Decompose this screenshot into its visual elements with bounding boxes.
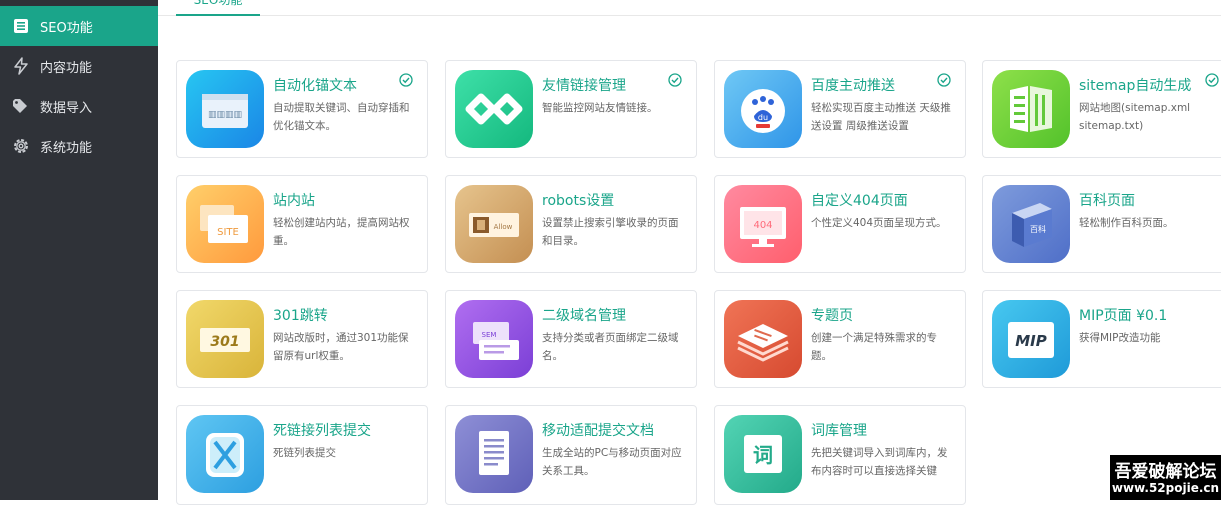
card-desc: 获得MIP改造功能 — [1079, 332, 1161, 344]
svg-text:du: du — [758, 113, 768, 122]
plugin-card-site-in-site[interactable]: SITE 站内站 轻松创建站内站，提高网站权重。 — [176, 175, 428, 273]
robots-icon: Allow — [455, 185, 533, 263]
sidebar-item-label: 内容功能 — [40, 60, 93, 76]
plugin-card-subdomain[interactable]: SEM 二级域名管理 支持分类或者页面绑定二级域名。 — [445, 290, 697, 388]
card-desc: 网站地图(sitemap.xml sitemap.txt) — [1079, 102, 1191, 132]
site-icon: SITE — [186, 185, 264, 263]
sidebar-item-label: 系统功能 — [40, 140, 93, 156]
plugin-card-dead-link[interactable]: 死链接列表提交 死链列表提交 — [176, 405, 428, 505]
svg-text:词: 词 — [753, 443, 773, 467]
card-desc: 轻松实现百度主动推送 天级推送设置 周级推送设置 — [811, 102, 951, 132]
card-desc: 生成全站的PC与移动页面对应关系工具。 — [542, 447, 682, 477]
card-desc: 死链列表提交 — [273, 447, 336, 459]
friend-link-icon — [455, 70, 533, 148]
check-circle-icon — [937, 73, 951, 87]
card-title: 专题页 — [811, 308, 853, 324]
svg-text:Allow: Allow — [494, 223, 513, 231]
tab-bar: SEO功能 — [158, 0, 1221, 16]
mobile-adapt-icon — [455, 415, 533, 493]
plugin-card-anchor-text[interactable]: ▥▥▥▥ 自动化锚文本 自动提取关键词、自动穿插和优化锚文本。 — [176, 60, 428, 158]
card-title: 站内站 — [273, 193, 315, 209]
card-desc: 支持分类或者页面绑定二级域名。 — [542, 332, 679, 362]
gear-icon — [12, 137, 30, 155]
card-desc: 创建一个满足特殊需求的专题。 — [811, 332, 937, 362]
card-title: robots设置 — [542, 193, 615, 209]
mip-icon: MIP — [992, 300, 1070, 378]
forum-watermark: 吾爱破解论坛 www.52pojie.cn — [1110, 455, 1221, 500]
sitemap-icon — [992, 70, 1070, 148]
list-icon — [12, 17, 30, 35]
card-desc: 个性定义404页面呈现方式。 — [811, 217, 947, 229]
check-circle-icon — [399, 73, 413, 87]
plugin-card-topic[interactable]: 专题页 创建一个满足特殊需求的专题。 — [714, 290, 966, 388]
card-title: 词库管理 — [811, 423, 867, 439]
card-title: 移动适配提交文档 — [542, 423, 654, 439]
card-title: 二级域名管理 — [542, 308, 626, 324]
sidebar-item-seo[interactable]: SEO功能 — [0, 6, 158, 46]
plugin-card-mip[interactable]: MIP MIP页面 ¥0.1 获得MIP改造功能 — [982, 290, 1221, 388]
watermark-title: 吾爱破解论坛 — [1114, 462, 1217, 482]
dead-link-icon — [186, 415, 264, 493]
card-desc: 轻松创建站内站，提高网站权重。 — [273, 217, 410, 247]
card-desc: 网站改版时，通过301功能保留原有url权重。 — [273, 332, 409, 362]
main-content: SEO功能 ▥▥▥▥ 自动化锚文本 自动提取关键词、自动穿插和优化锚文本。 友情… — [158, 0, 1221, 505]
topic-page-icon — [724, 300, 802, 378]
sidebar-item-system[interactable]: 系统功能 — [0, 126, 158, 166]
card-title: 自动化锚文本 — [273, 78, 357, 94]
plugin-card-wiki[interactable]: 百科 百科页面 轻松制作百科页面。 — [982, 175, 1221, 273]
wiki-book-icon: 百科 — [992, 185, 1070, 263]
plugin-card-word-library[interactable]: 词 词库管理 先把关键词导入到词库内，发布内容时可以直接选择关键 — [714, 405, 966, 505]
sidebar: SEO功能 内容功能 数据导入 系统功能 — [0, 0, 158, 500]
subdomain-icon: SEM — [455, 300, 533, 378]
svg-text:百科: 百科 — [1030, 224, 1046, 234]
sidebar-item-content[interactable]: 内容功能 — [0, 46, 158, 86]
card-desc: 轻松制作百科页面。 — [1079, 217, 1174, 229]
plugin-card-sitemap[interactable]: sitemap自动生成 网站地图(sitemap.xml sitemap.txt… — [982, 60, 1221, 158]
tab-seo[interactable]: SEO功能 — [176, 0, 260, 16]
svg-text:404: 404 — [753, 220, 772, 231]
plugin-card-mobile-adapt[interactable]: 移动适配提交文档 生成全站的PC与移动页面对应关系工具。 — [445, 405, 697, 505]
card-title: 死链接列表提交 — [273, 423, 371, 439]
card-desc: 智能监控网站友情链接。 — [542, 102, 658, 114]
card-desc: 设置禁止搜索引擎收录的页面和目录。 — [542, 217, 679, 247]
svg-text:SEM: SEM — [482, 331, 497, 339]
svg-text:301: 301 — [210, 334, 239, 350]
card-title: 自定义404页面 — [811, 193, 908, 209]
redirect-301-icon: 301 — [186, 300, 264, 378]
plugin-card-baidu-push[interactable]: du 百度主动推送 轻松实现百度主动推送 天级推送设置 周级推送设置 — [714, 60, 966, 158]
tag-icon — [12, 97, 30, 115]
sidebar-item-label: 数据导入 — [40, 100, 93, 116]
svg-text:SITE: SITE — [217, 227, 239, 238]
sidebar-item-import[interactable]: 数据导入 — [0, 86, 158, 126]
card-desc: 先把关键词导入到词库内，发布内容时可以直接选择关键 — [811, 447, 948, 477]
card-title: 百科页面 — [1079, 193, 1135, 209]
card-title: 友情链接管理 — [542, 78, 626, 94]
sidebar-item-label: SEO功能 — [40, 20, 93, 36]
plugin-card-friend-link[interactable]: 友情链接管理 智能监控网站友情链接。 — [445, 60, 697, 158]
bolt-icon — [12, 57, 30, 75]
svg-text:▥▥▥▥: ▥▥▥▥ — [208, 110, 242, 120]
svg-text:MIP: MIP — [1015, 332, 1047, 350]
card-title: MIP页面 ¥0.1 — [1079, 308, 1168, 324]
page-404-icon: 404 — [724, 185, 802, 263]
watermark-url: www.52pojie.cn — [1111, 481, 1220, 495]
check-circle-icon — [668, 73, 682, 87]
baidu-icon: du — [724, 70, 802, 148]
card-title: 301跳转 — [273, 308, 328, 324]
card-desc: 自动提取关键词、自动穿插和优化锚文本。 — [273, 102, 410, 132]
anchor-text-icon: ▥▥▥▥ — [186, 70, 264, 148]
card-title: sitemap自动生成 — [1079, 78, 1192, 94]
card-title: 百度主动推送 — [811, 78, 895, 94]
word-library-icon: 词 — [724, 415, 802, 493]
plugin-card-301[interactable]: 301 301跳转 网站改版时，通过301功能保留原有url权重。 — [176, 290, 428, 388]
plugin-card-robots[interactable]: Allow robots设置 设置禁止搜索引擎收录的页面和目录。 — [445, 175, 697, 273]
check-circle-icon — [1205, 73, 1219, 87]
plugin-card-404[interactable]: 404 自定义404页面 个性定义404页面呈现方式。 — [714, 175, 966, 273]
